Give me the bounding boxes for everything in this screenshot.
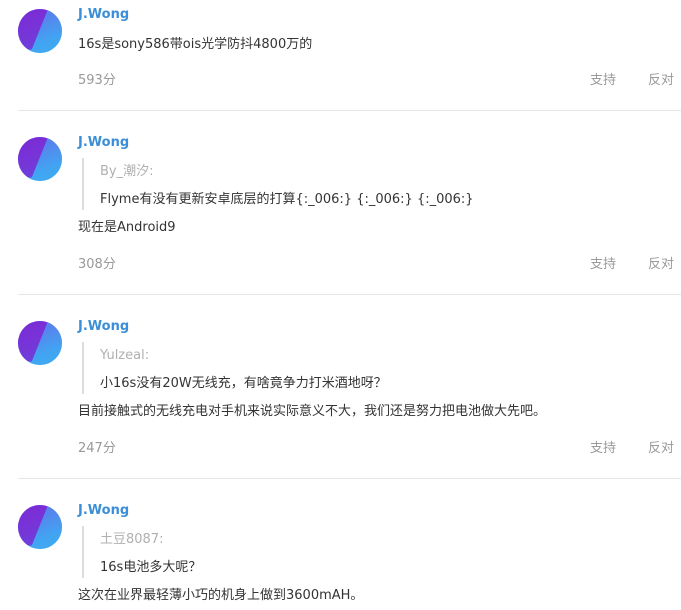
username[interactable]: J.Wong bbox=[78, 7, 129, 23]
comment-text: 目前接触式的无线充电对手机来说实际意义不大，我们还是努力把电池做大先吧。 bbox=[78, 404, 547, 419]
quote-text: 小16s没有20W无线充，有啥竟争力打米酒地呀？ bbox=[100, 376, 387, 391]
quote-author: By_潮汐: bbox=[100, 164, 154, 179]
comment-divider bbox=[18, 110, 681, 111]
username[interactable]: J.Wong bbox=[78, 503, 129, 519]
support-button[interactable]: 支持 bbox=[590, 257, 616, 273]
oppose-button[interactable]: 反对 bbox=[648, 441, 674, 457]
comment-text: 16s是sony586带ois光学防抖4800万的 bbox=[78, 37, 313, 52]
comment-divider bbox=[18, 294, 681, 295]
username[interactable]: J.Wong bbox=[78, 319, 129, 335]
avatar[interactable] bbox=[18, 505, 62, 549]
avatar[interactable] bbox=[18, 321, 62, 365]
comment-score: 593分 bbox=[78, 73, 116, 88]
avatar[interactable] bbox=[18, 137, 62, 181]
avatar[interactable] bbox=[18, 9, 62, 53]
comment-text: 现在是Android9 bbox=[78, 220, 176, 235]
quote-block: By_潮汐: Flyme有没有更新安卓底层的打算{:_006:} {:_006:… bbox=[82, 158, 474, 210]
comment-score: 308分 bbox=[78, 257, 116, 272]
quote-text: 16s电池多大呢？ bbox=[100, 560, 202, 575]
username[interactable]: J.Wong bbox=[78, 135, 129, 151]
quote-author: 土豆8087: bbox=[100, 532, 164, 547]
quote-block: Yulzeal: 小16s没有20W无线充，有啥竟争力打米酒地呀？ bbox=[82, 342, 387, 394]
comment-divider bbox=[18, 478, 681, 479]
oppose-button[interactable]: 反对 bbox=[648, 73, 674, 89]
quote-block: 土豆8087: 16s电池多大呢？ bbox=[82, 526, 201, 578]
quote-author: Yulzeal: bbox=[100, 348, 150, 363]
quote-text: Flyme有没有更新安卓底层的打算{:_006:} {:_006:} {:_00… bbox=[100, 192, 474, 207]
comment-text: 这次在业界最轻薄小巧的机身上做到3600mAH。 bbox=[78, 588, 364, 603]
comment-score: 247分 bbox=[78, 441, 116, 456]
support-button[interactable]: 支持 bbox=[590, 73, 616, 89]
oppose-button[interactable]: 反对 bbox=[648, 257, 674, 273]
support-button[interactable]: 支持 bbox=[590, 441, 616, 457]
